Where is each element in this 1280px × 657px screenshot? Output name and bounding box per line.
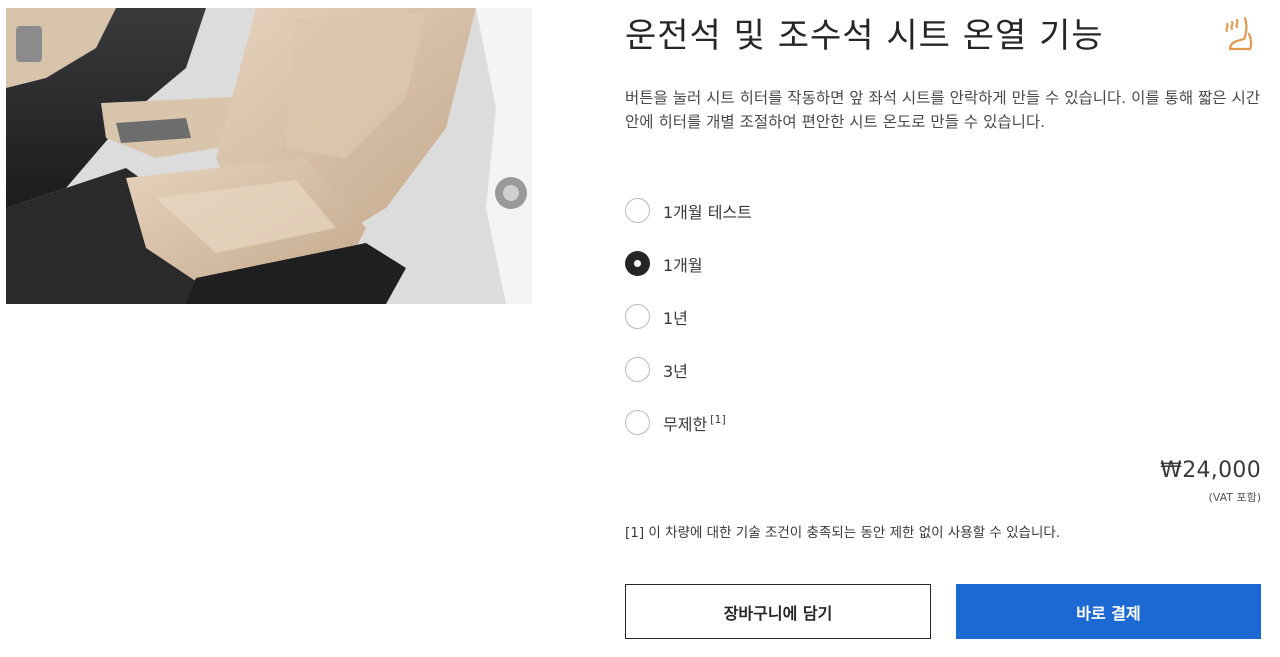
radio-button[interactable]: [625, 304, 650, 329]
product-description: 버튼을 눌러 시트 히터를 작동하면 앞 좌석 시트를 안락하게 만들 수 있습…: [625, 89, 1260, 131]
option-label-text: 무제한: [663, 414, 708, 434]
radio-button-selected[interactable]: [625, 251, 650, 276]
radio-button[interactable]: [625, 410, 650, 435]
buy-now-button[interactable]: 바로 결제: [956, 584, 1261, 639]
price: ₩24,000: [1160, 458, 1261, 483]
option-1-month-trial[interactable]: 1개월 테스트: [625, 184, 752, 237]
option-label: 무제한 [1]: [663, 411, 726, 435]
product-image: [6, 8, 532, 304]
seat-heating-icon: [1223, 14, 1257, 54]
radio-button[interactable]: [625, 198, 650, 223]
subscription-options: 1개월 테스트 1개월 1년 3년 무제한 [1]: [625, 184, 752, 449]
radio-button[interactable]: [625, 357, 650, 382]
vat-note: (VAT 포함): [1208, 491, 1261, 504]
option-1-month[interactable]: 1개월: [625, 237, 752, 290]
option-unlimited[interactable]: 무제한 [1]: [625, 396, 752, 449]
option-label: 3년: [663, 361, 688, 381]
footnote-text: [1] 이 차량에 대한 기술 조건이 충족되는 동안 제한 없이 사용할 수 …: [625, 525, 1061, 541]
option-1-year[interactable]: 1년: [625, 290, 752, 343]
option-label: 1개월 테스트: [663, 202, 752, 222]
option-label: 1년: [663, 308, 688, 328]
add-to-cart-button[interactable]: 장바구니에 담기: [625, 584, 931, 639]
seat-interior-illustration: [6, 8, 532, 304]
option-3-years[interactable]: 3년: [625, 343, 752, 396]
footnote-marker: [1]: [710, 413, 726, 427]
option-label: 1개월: [663, 255, 703, 275]
product-detail-panel: 운전석 및 조수석 시트 온열 기능 버튼을 눌러 시트 히터를 작동하면 앞 …: [625, 0, 1261, 657]
page-title: 운전석 및 조수석 시트 온열 기능: [625, 16, 1104, 56]
